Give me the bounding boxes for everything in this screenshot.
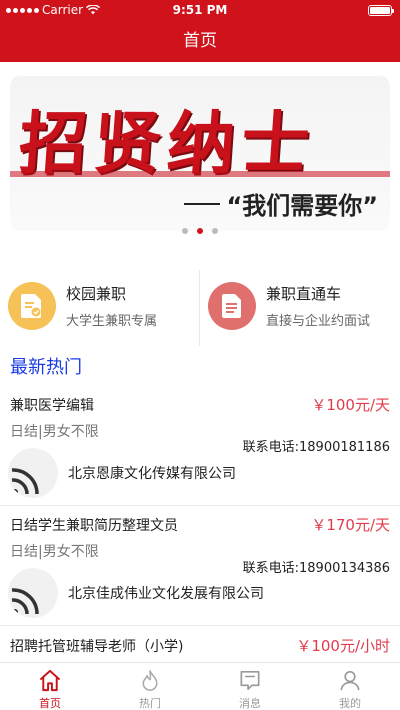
- job-card[interactable]: 招聘托管班辅导老师（小学) ￥100元/小时: [0, 626, 400, 662]
- job-card[interactable]: 兼职医学编辑 ￥100元/天 日结|男女不限 联系电话:18900181186 …: [0, 386, 400, 506]
- document-check-icon: [8, 282, 56, 330]
- job-title: 兼职医学编辑: [10, 398, 94, 414]
- job-card[interactable]: 日结学生兼职简历整理文员 ￥170元/天 日结|男女不限 联系电话:189001…: [0, 506, 400, 626]
- document-list-icon: [208, 282, 256, 330]
- feature-shortcuts: 校园兼职 大学生兼职专属 兼职直通车 直接与企业约面试: [0, 270, 400, 346]
- tab-label: 热门: [139, 697, 161, 710]
- banner-slogan: “我们需要你”: [226, 192, 378, 220]
- company-name: 北京恩康文化传媒有限公司: [68, 466, 236, 482]
- status-bar: Carrier 9:51 PM: [0, 0, 400, 20]
- tab-label: 我的: [339, 697, 361, 710]
- home-icon: [39, 669, 61, 692]
- banner-carousel[interactable]: 招贤纳士 “我们需要你”: [10, 76, 390, 231]
- job-tags: 日结|男女不限: [10, 544, 99, 560]
- flame-icon: [142, 670, 158, 691]
- job-salary: ￥100元/天: [311, 396, 390, 414]
- job-salary: ￥170元/天: [311, 516, 390, 534]
- pager-dot[interactable]: [182, 228, 188, 234]
- feature-title: 兼职直通车: [266, 285, 342, 303]
- tab-label: 消息: [239, 697, 261, 710]
- feature-subtitle: 直接与企业约面试: [266, 314, 371, 329]
- tab-messages[interactable]: 消息: [200, 663, 300, 710]
- company-logo-icon: [8, 568, 58, 618]
- job-title: 日结学生兼职简历整理文员: [10, 518, 178, 534]
- battery-icon: [368, 5, 394, 16]
- job-salary: ￥100元/小时: [296, 637, 390, 655]
- user-icon: [340, 671, 360, 691]
- slogan-dash: [184, 202, 221, 205]
- company-name: 北京佳成伟业文化发展有限公司: [68, 586, 264, 602]
- tab-profile[interactable]: 我的: [300, 663, 400, 710]
- feature-subtitle: 大学生兼职专属: [66, 314, 158, 329]
- banner-slogan-row: “我们需要你”: [184, 186, 378, 221]
- feature-direct-interview[interactable]: 兼职直通车 直接与企业约面试: [200, 270, 400, 346]
- pager-dot-active[interactable]: [197, 228, 203, 234]
- banner-decoration: [10, 171, 390, 177]
- page-title: 首页: [0, 20, 400, 62]
- job-phone: 联系电话:18900181186: [242, 440, 390, 455]
- message-icon: [240, 671, 260, 690]
- job-tags: 日结|男女不限: [10, 424, 99, 440]
- section-title: 最新热门: [10, 357, 82, 378]
- carousel-pager: [0, 228, 400, 234]
- feature-campus-parttime[interactable]: 校园兼职 大学生兼职专属: [0, 270, 200, 346]
- tab-bar: 首页 热门 消息 我的: [0, 662, 400, 710]
- company-logo-icon: [8, 448, 58, 498]
- tab-hot[interactable]: 热门: [100, 663, 200, 710]
- status-time: 9:51 PM: [172, 3, 228, 17]
- feature-title: 校园兼职: [66, 285, 127, 303]
- banner-headline: 招贤纳士: [16, 105, 318, 184]
- tab-label: 首页: [39, 697, 61, 710]
- job-phone: 联系电话:18900134386: [242, 561, 390, 576]
- job-title: 招聘托管班辅导老师（小学): [10, 639, 184, 655]
- tab-home[interactable]: 首页: [0, 663, 100, 710]
- pager-dot[interactable]: [212, 228, 218, 234]
